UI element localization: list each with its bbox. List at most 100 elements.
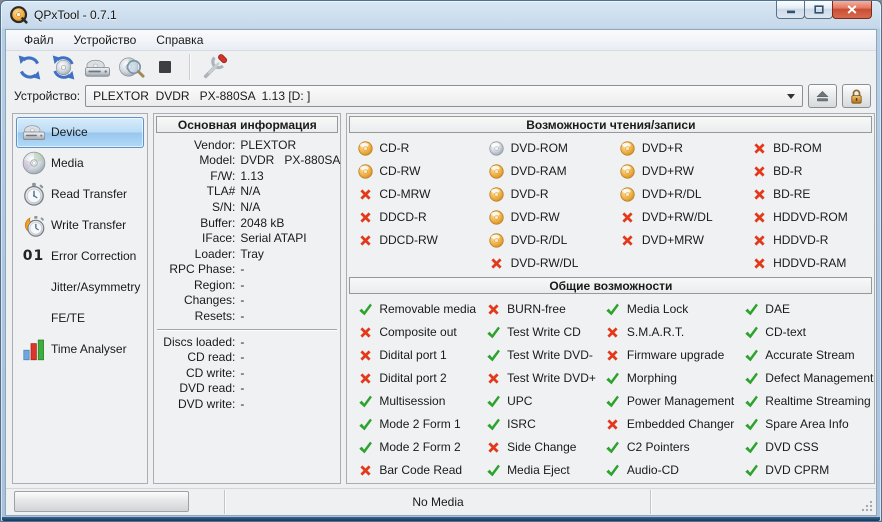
capability-accurate-stream: Accurate Stream — [734, 344, 873, 367]
capability-label: DVD+RW/DL — [642, 210, 713, 224]
rescan-devices-button[interactable] — [12, 51, 46, 83]
window-title: QPxTool - 0.7.1 — [34, 8, 117, 22]
capability-dvd-rw: DVD-RW — [480, 206, 611, 229]
sidebar-item-label: Read Transfer — [51, 187, 127, 201]
check-icon — [605, 441, 621, 454]
capability-dvd-rom: DVD-ROM — [480, 137, 611, 160]
device-combobox[interactable]: PLEXTOR DVDR PX-880SA 1.13 [D: ] — [85, 85, 803, 107]
capability-dae: DAE — [734, 298, 873, 321]
capabilities-column: DAE CD-text Accurate Stream Defect Manageme… — [734, 298, 873, 482]
capability-label: C2 Pointers — [627, 440, 690, 454]
info-separator — [157, 329, 337, 331]
capability-dvd-r: DVD-R — [480, 183, 611, 206]
capability-label: Morphing — [627, 371, 677, 385]
disc-icon — [357, 141, 373, 156]
capability-dvd-r-dl: DVD+R/DL — [611, 183, 742, 206]
sidebar-item-fe-te[interactable]: FE/TE — [16, 303, 144, 334]
info-row-label: DVD read: — [157, 381, 235, 397]
capability-label: CD-text — [765, 325, 806, 339]
capability-label: CD-MRW — [379, 187, 430, 201]
sidebar-item-label: Jitter/Asymmetry — [51, 280, 140, 294]
disc-icon — [489, 164, 505, 179]
capability-label: DVD+R/DL — [642, 187, 702, 201]
info-row-value: N/A — [240, 184, 260, 200]
capability-label: Power Management — [627, 394, 734, 408]
scan-media-button[interactable] — [114, 51, 148, 83]
disc-icon — [489, 233, 505, 248]
capability-dvd-rw-dl: DVD+RW/DL — [611, 206, 742, 229]
sidebar-item-jitter-asymmetry[interactable]: Jitter/Asymmetry — [16, 272, 144, 303]
info-panel: Основная информация Vendor:PLEXTORModel:… — [153, 113, 341, 484]
info-row-value: - — [240, 350, 244, 366]
drive-info-button[interactable] — [80, 51, 114, 83]
capability-hddvd-ram: HDDVD-RAM — [742, 252, 873, 275]
cross-icon — [485, 372, 501, 385]
lock-icon — [849, 88, 864, 105]
capabilities-column: CD-RCD-RWCD-MRWDDCD-RDDCD-RW — [348, 137, 479, 275]
sidebar-item-label: Device — [51, 125, 88, 139]
minimize-button[interactable] — [776, 1, 805, 19]
device-combobox-value: PLEXTOR DVDR PX-880SA 1.13 [D: ] — [93, 89, 310, 103]
capability-ddcd-r: DDCD-R — [348, 206, 479, 229]
stop-button[interactable] — [148, 51, 182, 83]
capability-dvd-ram: DVD-RAM — [480, 160, 611, 183]
sidebar-item-label: Media — [51, 156, 84, 170]
check-icon — [743, 303, 759, 316]
info-row-label: RPC Phase: — [157, 262, 235, 278]
check-icon — [743, 441, 759, 454]
close-button[interactable] — [832, 1, 872, 19]
capability-label: DVD-ROM — [511, 141, 568, 155]
info-row-dvd-write: DVD write:- — [157, 397, 337, 413]
lock-button[interactable] — [842, 84, 871, 108]
cross-icon — [751, 188, 767, 201]
sidebar-item-error-correction[interactable]: 01Error Correction — [16, 241, 144, 272]
disc-icon — [620, 141, 636, 156]
capability-label: Spare Area Info — [765, 417, 848, 431]
info-row-label: CD read: — [157, 350, 235, 366]
check-icon — [743, 326, 759, 339]
refresh-media-button[interactable] — [46, 51, 80, 83]
capability-label: BURN-free — [507, 302, 566, 316]
capability-label: DVD-R — [511, 187, 549, 201]
capability-label: DVD-RW — [511, 210, 560, 224]
sidebar-item-write-transfer[interactable]: Write Transfer — [16, 210, 144, 241]
sidebar-item-read-transfer[interactable]: Read Transfer — [16, 179, 144, 210]
cross-icon — [620, 234, 636, 247]
sidebar-item-media[interactable]: Media — [16, 148, 144, 179]
capability-label: Side Change — [507, 440, 576, 454]
drive-disc-icon — [20, 120, 47, 144]
info-row-value: - — [240, 397, 244, 413]
rw-capabilities-section: Возможности чтения/записи CD-RCD-RWCD-MR… — [348, 115, 873, 276]
menu-item-device[interactable]: Устройство — [64, 30, 147, 51]
info-row-model: Model:DVDR PX-880SA — [157, 153, 337, 169]
cross-icon — [357, 211, 373, 224]
capability-label: Defect Management — [765, 371, 873, 385]
preferences-button[interactable] — [197, 51, 231, 83]
menu-item-help[interactable]: Справка — [146, 30, 213, 51]
info-row-value: - — [240, 293, 244, 309]
sidebar-item-device[interactable]: Device — [16, 117, 144, 148]
sidebar-item-time-analyser[interactable]: Time Analyser — [16, 334, 144, 365]
capability-label: CD-R — [379, 141, 409, 155]
capability-power-management: Power Management — [596, 390, 734, 413]
info-row-tla: TLA#N/A — [157, 184, 337, 200]
info-row-value: - — [240, 278, 244, 294]
general-capabilities-grid: Removable mediaComposite outDidital port… — [348, 295, 873, 482]
check-icon — [743, 349, 759, 362]
title-bar[interactable]: QPxTool - 0.7.1 — [1, 1, 881, 29]
capability-bd-re: BD-RE — [742, 183, 873, 206]
menu-item-file[interactable]: Файл — [14, 30, 64, 51]
capability-label: DVD CSS — [765, 440, 818, 454]
maximize-button[interactable] — [804, 1, 833, 19]
info-row-discs-loaded: Discs loaded:- — [157, 335, 337, 351]
disc-icon — [620, 164, 636, 179]
capability-multisession: Multisession — [348, 390, 476, 413]
capability-s-m-a-r-t: S.M.A.R.T. — [596, 321, 734, 344]
refresh-icon — [16, 54, 43, 81]
info-row-label: DVD write: — [157, 397, 235, 413]
cross-icon — [489, 257, 505, 270]
capability-label: Didital port 2 — [379, 371, 446, 385]
eject-button[interactable] — [808, 84, 837, 108]
resize-grip-icon[interactable] — [861, 500, 873, 512]
capability-label: Embedded Changer — [627, 417, 734, 431]
